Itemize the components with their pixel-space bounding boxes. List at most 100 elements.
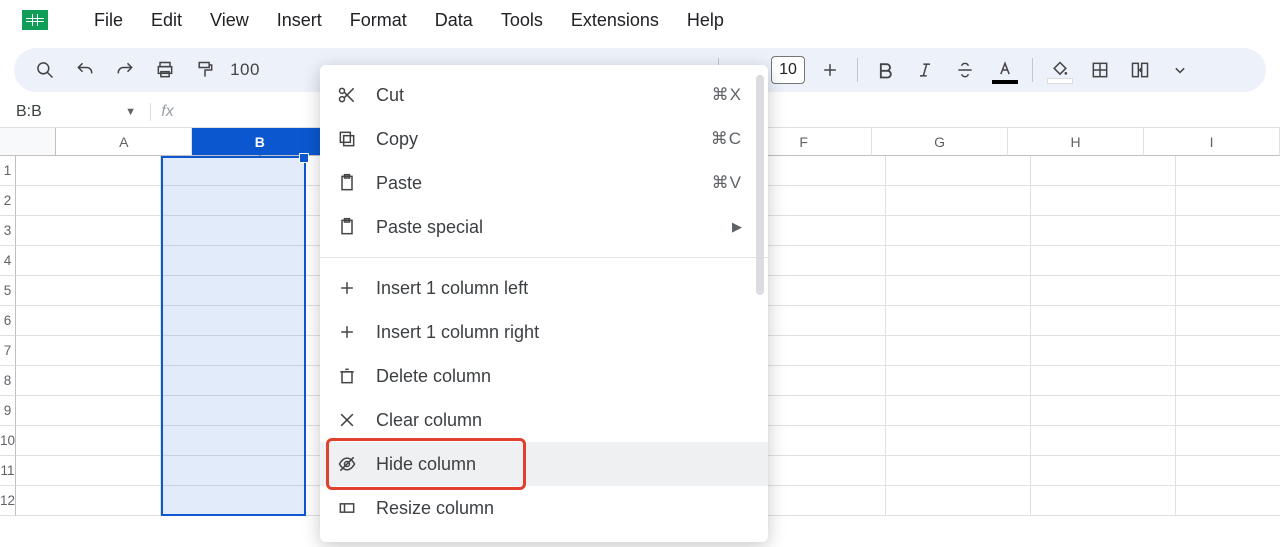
undo-icon[interactable] xyxy=(68,53,102,87)
cell[interactable] xyxy=(16,486,161,516)
cell[interactable] xyxy=(161,156,306,186)
cell[interactable] xyxy=(886,396,1031,426)
cell[interactable] xyxy=(886,336,1031,366)
cell[interactable] xyxy=(1031,306,1176,336)
cell[interactable] xyxy=(1176,456,1280,486)
strikethrough-icon[interactable] xyxy=(948,53,982,87)
cell[interactable] xyxy=(886,216,1031,246)
menu-extensions[interactable]: Extensions xyxy=(557,2,673,39)
cell[interactable] xyxy=(161,366,306,396)
cell[interactable] xyxy=(1031,246,1176,276)
cell[interactable] xyxy=(1176,486,1280,516)
menu-data[interactable]: Data xyxy=(421,2,487,39)
menu-tools[interactable]: Tools xyxy=(487,2,557,39)
cell[interactable] xyxy=(1176,396,1280,426)
paint-format-icon[interactable] xyxy=(188,53,222,87)
cell[interactable] xyxy=(16,156,161,186)
ctx-resize-column[interactable]: Resize column xyxy=(320,486,768,530)
cell[interactable] xyxy=(161,276,306,306)
cell[interactable] xyxy=(1176,216,1280,246)
search-icon[interactable] xyxy=(28,53,62,87)
row-header[interactable]: 9 xyxy=(0,396,16,426)
menu-file[interactable]: File xyxy=(80,2,137,39)
cell[interactable] xyxy=(1031,456,1176,486)
fill-color-icon[interactable] xyxy=(1043,53,1077,87)
cell[interactable] xyxy=(886,456,1031,486)
row-header[interactable]: 8 xyxy=(0,366,16,396)
cell[interactable] xyxy=(161,486,306,516)
row-header[interactable]: 1 xyxy=(0,156,16,186)
cell[interactable] xyxy=(16,366,161,396)
cell[interactable] xyxy=(1031,426,1176,456)
row-header[interactable]: 5 xyxy=(0,276,16,306)
cell[interactable] xyxy=(161,186,306,216)
cell[interactable] xyxy=(1176,246,1280,276)
row-header[interactable]: 3 xyxy=(0,216,16,246)
fontsize-input[interactable] xyxy=(771,56,805,84)
cell[interactable] xyxy=(886,246,1031,276)
cell[interactable] xyxy=(886,156,1031,186)
cell[interactable] xyxy=(161,396,306,426)
column-header-a[interactable]: A xyxy=(56,128,192,156)
cell[interactable] xyxy=(161,456,306,486)
bold-icon[interactable] xyxy=(868,53,902,87)
ctx-insert-left[interactable]: Insert 1 column left xyxy=(320,266,768,310)
ctx-clear-column[interactable]: Clear column xyxy=(320,398,768,442)
column-header-i[interactable]: I xyxy=(1144,128,1280,156)
row-header[interactable]: 6 xyxy=(0,306,16,336)
print-icon[interactable] xyxy=(148,53,182,87)
cell[interactable] xyxy=(16,186,161,216)
menu-view[interactable]: View xyxy=(196,2,263,39)
cell[interactable] xyxy=(1176,276,1280,306)
borders-icon[interactable] xyxy=(1083,53,1117,87)
cell[interactable] xyxy=(1031,156,1176,186)
ctx-paste[interactable]: Paste ⌘V xyxy=(320,161,768,205)
cell[interactable] xyxy=(1176,156,1280,186)
menu-insert[interactable]: Insert xyxy=(263,2,336,39)
redo-icon[interactable] xyxy=(108,53,142,87)
cell[interactable] xyxy=(886,306,1031,336)
row-header[interactable]: 10 xyxy=(0,426,16,456)
zoom-select[interactable]: 100 xyxy=(228,53,262,87)
cell[interactable] xyxy=(886,366,1031,396)
ctx-cut[interactable]: Cut ⌘X xyxy=(320,73,768,117)
menu-format[interactable]: Format xyxy=(336,2,421,39)
text-color-icon[interactable] xyxy=(988,53,1022,87)
menu-help[interactable]: Help xyxy=(673,2,738,39)
cell[interactable] xyxy=(16,246,161,276)
cell[interactable] xyxy=(161,246,306,276)
ctx-paste-special[interactable]: Paste special ▶ xyxy=(320,205,768,249)
name-box[interactable]: B:B ▼ xyxy=(0,103,150,121)
cell[interactable] xyxy=(886,486,1031,516)
cell[interactable] xyxy=(1031,486,1176,516)
merge-cells-icon[interactable] xyxy=(1123,53,1157,87)
cell[interactable] xyxy=(886,426,1031,456)
cell[interactable] xyxy=(1176,366,1280,396)
cell[interactable] xyxy=(1031,336,1176,366)
sheets-logo-icon[interactable] xyxy=(20,8,50,32)
cell[interactable] xyxy=(886,186,1031,216)
cell[interactable] xyxy=(1176,186,1280,216)
column-header-h[interactable]: H xyxy=(1008,128,1144,156)
cell[interactable] xyxy=(16,396,161,426)
row-header[interactable]: 2 xyxy=(0,186,16,216)
cell[interactable] xyxy=(161,306,306,336)
ctx-copy[interactable]: Copy ⌘C xyxy=(320,117,768,161)
cell[interactable] xyxy=(161,216,306,246)
italic-icon[interactable] xyxy=(908,53,942,87)
cell[interactable] xyxy=(16,426,161,456)
row-header[interactable]: 4 xyxy=(0,246,16,276)
cell[interactable] xyxy=(886,276,1031,306)
cell[interactable] xyxy=(16,276,161,306)
cell[interactable] xyxy=(16,456,161,486)
cell[interactable] xyxy=(1031,216,1176,246)
cell[interactable] xyxy=(1031,186,1176,216)
ctx-delete-column[interactable]: Delete column xyxy=(320,354,768,398)
row-header[interactable]: 12 xyxy=(0,486,16,516)
column-header-g[interactable]: G xyxy=(872,128,1008,156)
select-all-corner[interactable] xyxy=(0,128,56,156)
cell[interactable] xyxy=(16,336,161,366)
cell[interactable] xyxy=(1176,426,1280,456)
menu-edit[interactable]: Edit xyxy=(137,2,196,39)
row-header[interactable]: 11 xyxy=(0,456,16,486)
